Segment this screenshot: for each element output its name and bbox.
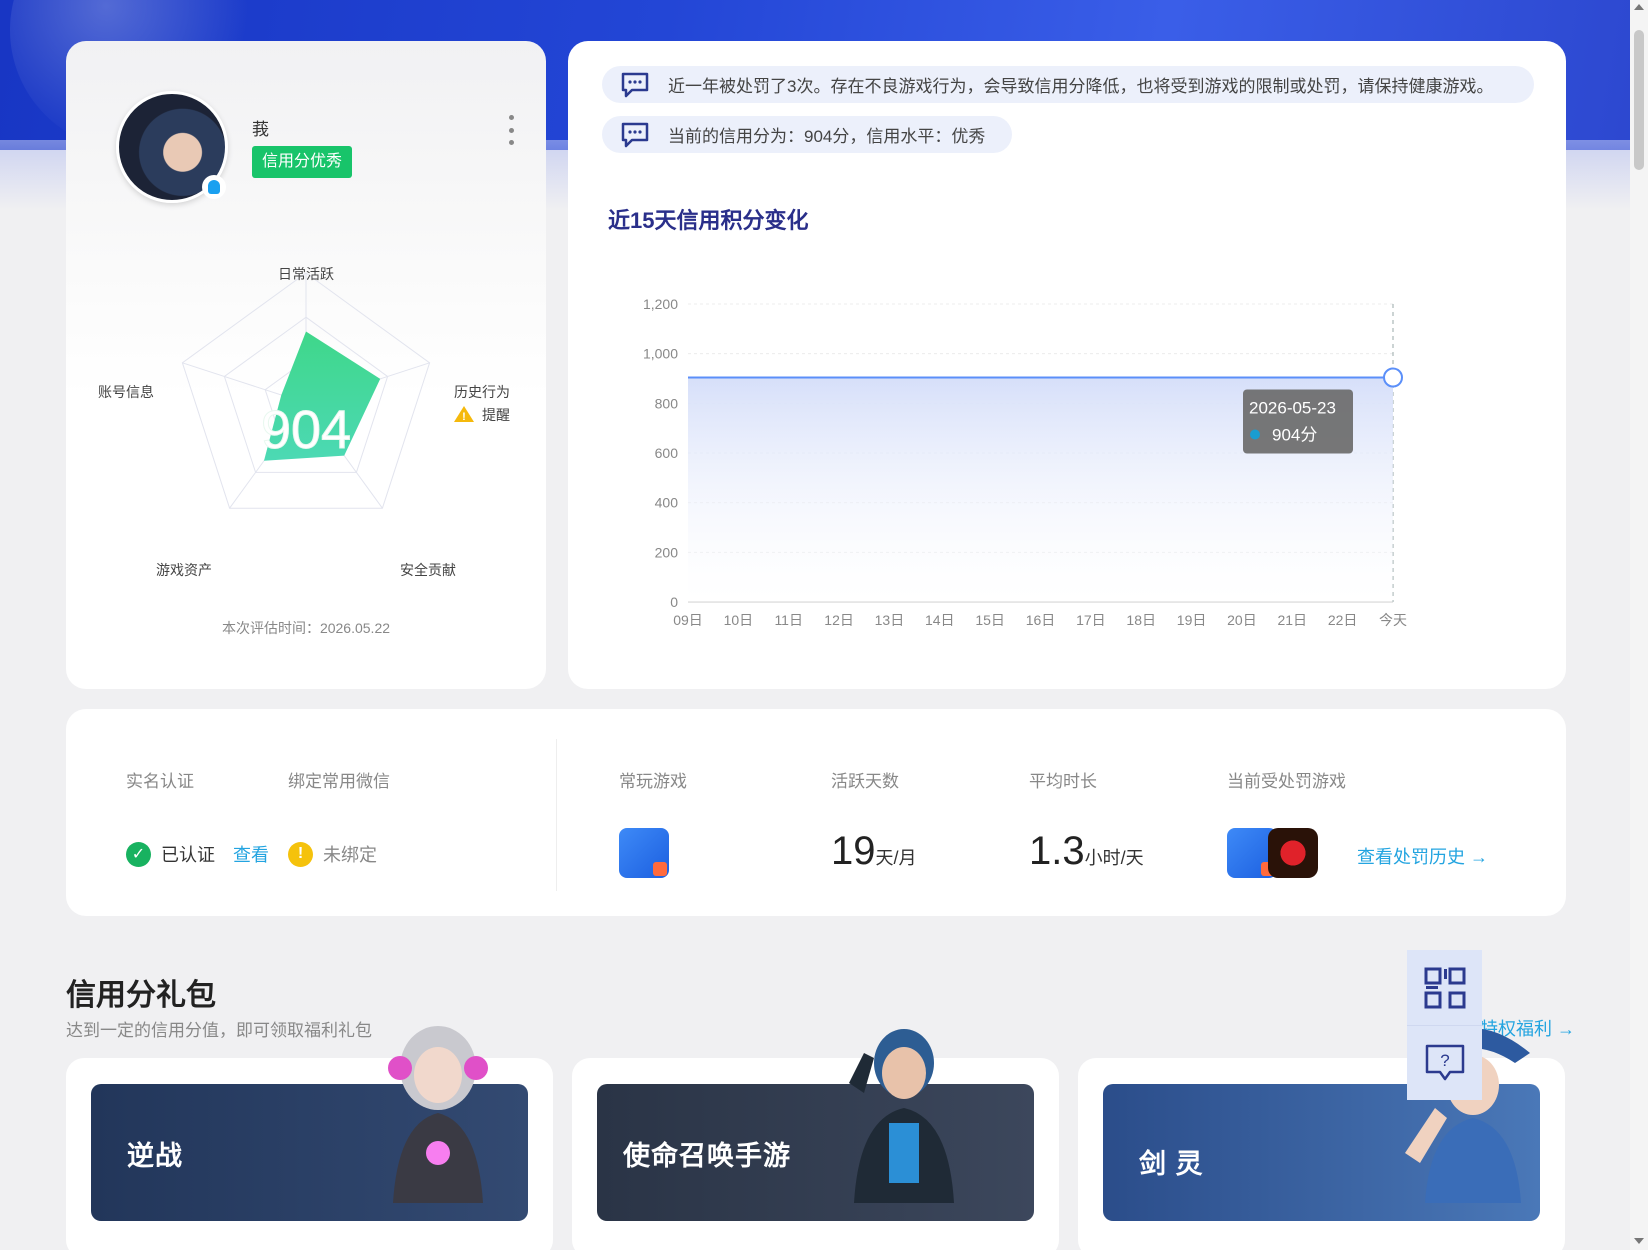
gift-game-name: 使命召唤手游 [623,1141,791,1171]
realname-label: 实名认证 [126,772,194,791]
help-chat-icon: ? [1425,1044,1464,1081]
y-tick-label: 1,000 [643,346,678,362]
x-tick-label: 11日 [774,612,803,628]
score-notice: 当前的信用分为：904分，信用水平：优秀 [602,116,1012,153]
gift-card-codm[interactable]: 使命召唤手游 [572,1029,1059,1250]
radar-label-assets: 游戏资产 [156,562,212,578]
radar-chart: 904 日常活跃 历史行为 ! 提醒 安全贡献 游戏资产 账号信息 [98,266,510,578]
punished-game-icon-cf[interactable] [1268,828,1318,878]
x-tick-label: 21日 [1277,612,1307,628]
gift-game-name: 剑 灵 [1139,1149,1204,1179]
profile-card: 莪 信用分优秀 904 日常活跃 历史行为 ! 提醒 安全贡献 游戏资产 账号信… [66,41,546,689]
x-tick-label: 10日 [724,612,754,628]
tooltip-date: 2026-05-23 [1249,399,1336,418]
radar-label-history: 历史行为 [454,384,510,400]
data-point-highlight[interactable] [1383,367,1403,388]
check-icon: ✓ [126,841,151,867]
x-tick-label: 17日 [1076,612,1106,628]
help-button[interactable]: ? [1407,1025,1482,1100]
message-icon [621,122,649,147]
qrcode-icon [1424,967,1465,1008]
stats-card: 实名认证 绑定常用微信 ✓ 已认证 查看 ! 未绑定 常玩游戏 活跃天数 19天… [66,709,1566,916]
scroll-thumb[interactable] [1634,30,1644,170]
realname-status: ✓ 已认证 查看 [126,841,269,867]
x-tick-label: 18日 [1126,612,1156,628]
y-tick-label: 800 [655,395,679,411]
stats-divider [556,739,557,891]
punish-history-link[interactable]: 查看处罚历史 → [1357,843,1488,869]
warning-icon: ! [454,406,474,423]
y-tick-label: 400 [655,495,679,511]
page-scrollbar[interactable] [1630,0,1648,1250]
qq-icon [202,175,226,199]
frequent-games-label: 常玩游戏 [619,772,687,791]
avg-time-value: 1.3小时/天 [1029,829,1144,873]
evaluation-time: 本次评估时间：2026.05.22 [221,620,391,636]
wechat-status: ! 未绑定 [288,841,377,867]
credit-score: 904 [261,400,351,460]
radar-label-daily: 日常活跃 [278,266,334,282]
chart-title: 近15天信用积分变化 [608,208,809,233]
gift-section-title: 信用分礼包 [66,979,216,1012]
radar-label-account: 账号信息 [98,384,154,400]
svg-text:?: ? [1440,1051,1449,1070]
floating-toolbar: ? [1407,950,1482,1100]
x-tick-label: 13日 [875,612,905,628]
x-tick-label: 09日 [673,612,703,628]
frequent-game-icon[interactable] [619,828,669,878]
chart-card: 近一年被处罚了3次。存在不良游戏行为，会导致信用分降低，也将受到游戏的限制或处罚… [568,41,1566,689]
realname-status-text: 已认证 [161,845,215,865]
x-tick-label: 22日 [1328,612,1358,628]
x-tick-label: 14日 [925,612,955,628]
x-tick-label: 12日 [824,612,854,628]
character-illustration [388,1026,488,1203]
radar-warning-text: 提醒 [482,407,510,423]
gift-game-name: 逆战 [127,1141,183,1171]
x-tick-label: 19日 [1177,612,1207,628]
scroll-down-icon[interactable] [1634,1238,1644,1244]
x-tick-label: 20日 [1227,612,1257,628]
score-notice-text: 当前的信用分为：904分，信用水平：优秀 [668,127,986,146]
y-tick-label: 1,200 [643,296,678,312]
tooltip-value: 904分 [1272,426,1317,445]
credit-line-chart[interactable]: 0 200 400 600 800 1,000 1,200 09日 10日 11日 12日 13日 1… [608,256,1488,676]
wechat-status-text: 未绑定 [323,845,377,865]
gift-card-jianling[interactable]: 剑 灵 [1078,1028,1565,1250]
more-options-icon[interactable] [506,115,516,145]
y-tick-label: 600 [655,445,679,461]
credit-level-badge: 信用分优秀 [252,146,353,178]
x-tick-label: 今天 [1379,612,1407,628]
x-tick-label: 15日 [975,612,1005,628]
view-realname-link[interactable]: 查看 [233,841,269,867]
y-tick-label: 0 [670,594,678,610]
gift-card-nizhan[interactable]: 逆战 [66,1026,553,1250]
gift-section-subtitle: 达到一定的信用分值，即可领取福利礼包 [66,1021,372,1040]
username: 莪 [252,120,269,139]
active-days-label: 活跃天数 [831,772,899,791]
radar-label-security: 安全贡献 [400,562,456,578]
scroll-up-icon[interactable] [1634,4,1644,10]
y-tick-label: 200 [655,544,679,560]
avg-time-label: 平均时长 [1029,772,1097,791]
character-illustration [849,1029,954,1203]
penalty-notice-text: 近一年被处罚了3次。存在不良游戏行为，会导致信用分降低，也将受到游戏的限制或处罚… [668,77,1494,96]
x-tick-label: 16日 [1026,612,1056,628]
active-days-value: 19天/月 [831,829,917,873]
punished-games-label: 当前受处罚游戏 [1227,772,1346,791]
wechat-label: 绑定常用微信 [288,772,390,791]
chart-tooltip: 2026-05-23 904分 [1243,389,1353,454]
penalty-notice: 近一年被处罚了3次。存在不良游戏行为，会导致信用分降低，也将受到游戏的限制或处罚… [602,66,1534,103]
message-icon [621,72,649,97]
svg-text:!: ! [462,411,466,423]
qrcode-button[interactable] [1407,950,1482,1025]
exclamation-icon: ! [288,841,313,867]
